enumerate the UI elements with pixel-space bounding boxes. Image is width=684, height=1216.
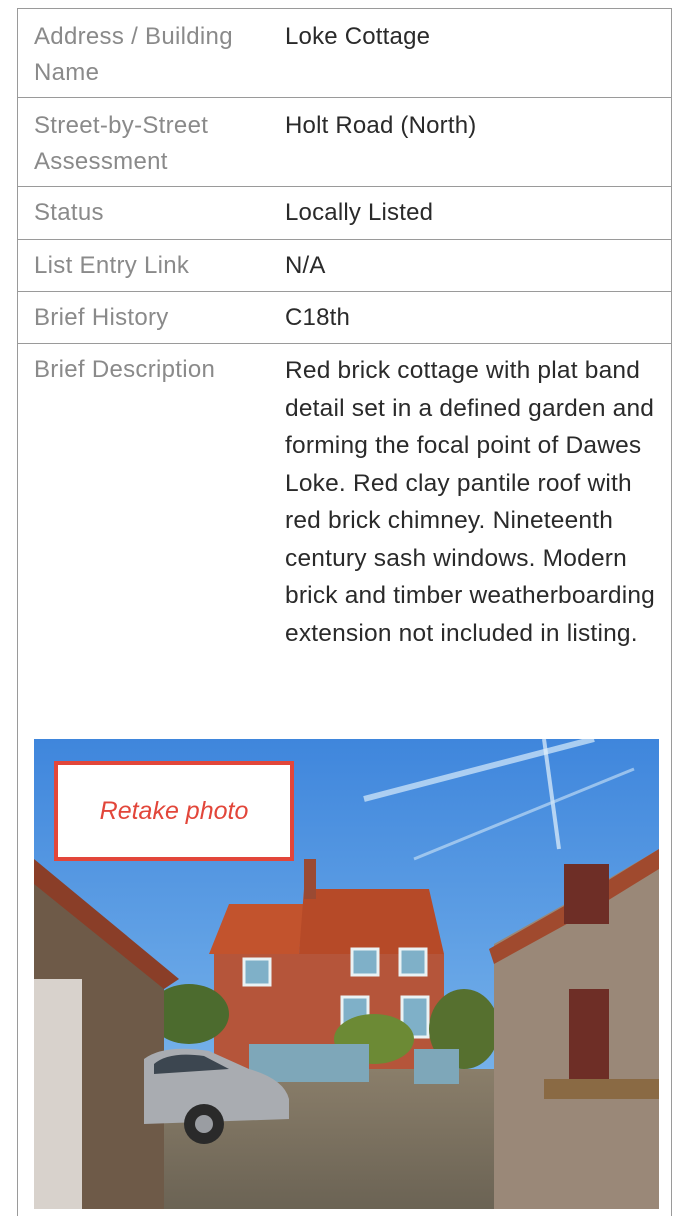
row-value: Loke Cottage [285,23,431,50]
row-value: N/A [285,252,326,279]
row-label: Street-by-Street Assessment [34,112,209,175]
table-row-address: Address / Building Name Loke Cottage [18,9,671,98]
row-label: Brief Description [34,356,216,383]
row-label: Address / Building Name [34,23,233,86]
table-row-street-assessment: Street-by-Street Assessment Holt Road (N… [18,98,671,187]
row-label: Status [34,199,104,226]
building-record-page: Address / Building Name Loke Cottage Str… [0,0,684,1216]
table-row-status: Status Locally Listed [18,187,671,240]
row-value: Locally Listed [285,199,434,226]
table-row-brief-description: Brief Description Red brick cottage with… [18,344,671,1216]
row-value: Holt Road (North) [285,112,477,139]
retake-photo-button[interactable]: Retake photo [54,761,294,861]
building-photo[interactable]: Retake photo [34,739,659,1209]
table-row-brief-history: Brief History C18th [18,292,671,344]
building-record-table: Address / Building Name Loke Cottage Str… [17,8,672,1216]
row-label: List Entry Link [34,252,190,279]
row-value: C18th [285,304,351,331]
retake-photo-label: Retake photo [99,796,249,825]
row-label: Brief History [34,304,169,331]
table-row-list-entry-link: List Entry Link N/A [18,240,671,292]
row-value: Red brick cottage with plat band detail … [285,357,656,647]
